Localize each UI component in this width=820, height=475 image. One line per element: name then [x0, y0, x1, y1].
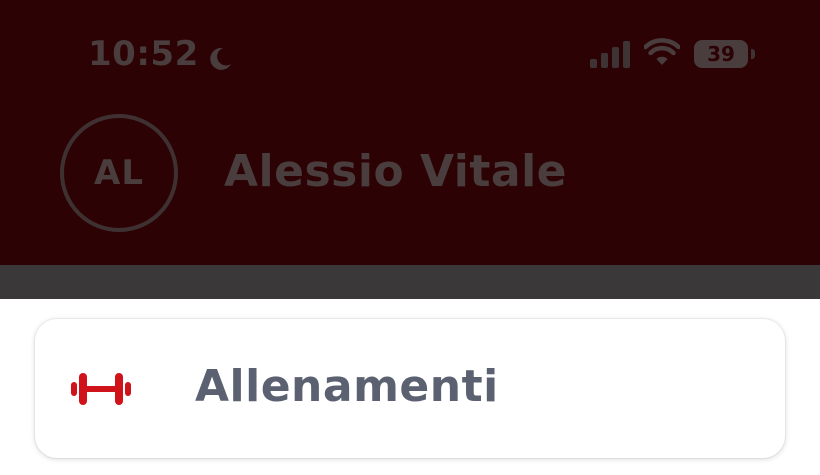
menu-item-allenamenti[interactable]: Allenamenti: [35, 319, 785, 458]
header-bottom-band: [0, 265, 820, 299]
time-text: 10:52: [88, 34, 199, 74]
moon-icon: [207, 41, 233, 70]
status-bar-time: 10:52: [88, 34, 233, 74]
app-screen: 10:52 39 AL Alessio Vitale Allenamenti: [0, 0, 820, 475]
user-name: Alessio Vitale: [224, 146, 567, 197]
cellular-signal-icon: [590, 40, 630, 68]
battery-indicator: 39: [694, 40, 755, 68]
menu-item-label: Allenamenti: [195, 361, 499, 412]
battery-level: 39: [707, 42, 735, 66]
profile-header: 10:52 39 AL Alessio Vitale: [0, 0, 820, 265]
battery-tip: [751, 49, 755, 59]
dumbbell-icon: [69, 371, 133, 407]
avatar[interactable]: AL: [60, 114, 178, 232]
avatar-initials: AL: [94, 153, 144, 193]
wifi-icon: [643, 38, 681, 70]
status-bar-indicators: 39: [590, 38, 755, 70]
